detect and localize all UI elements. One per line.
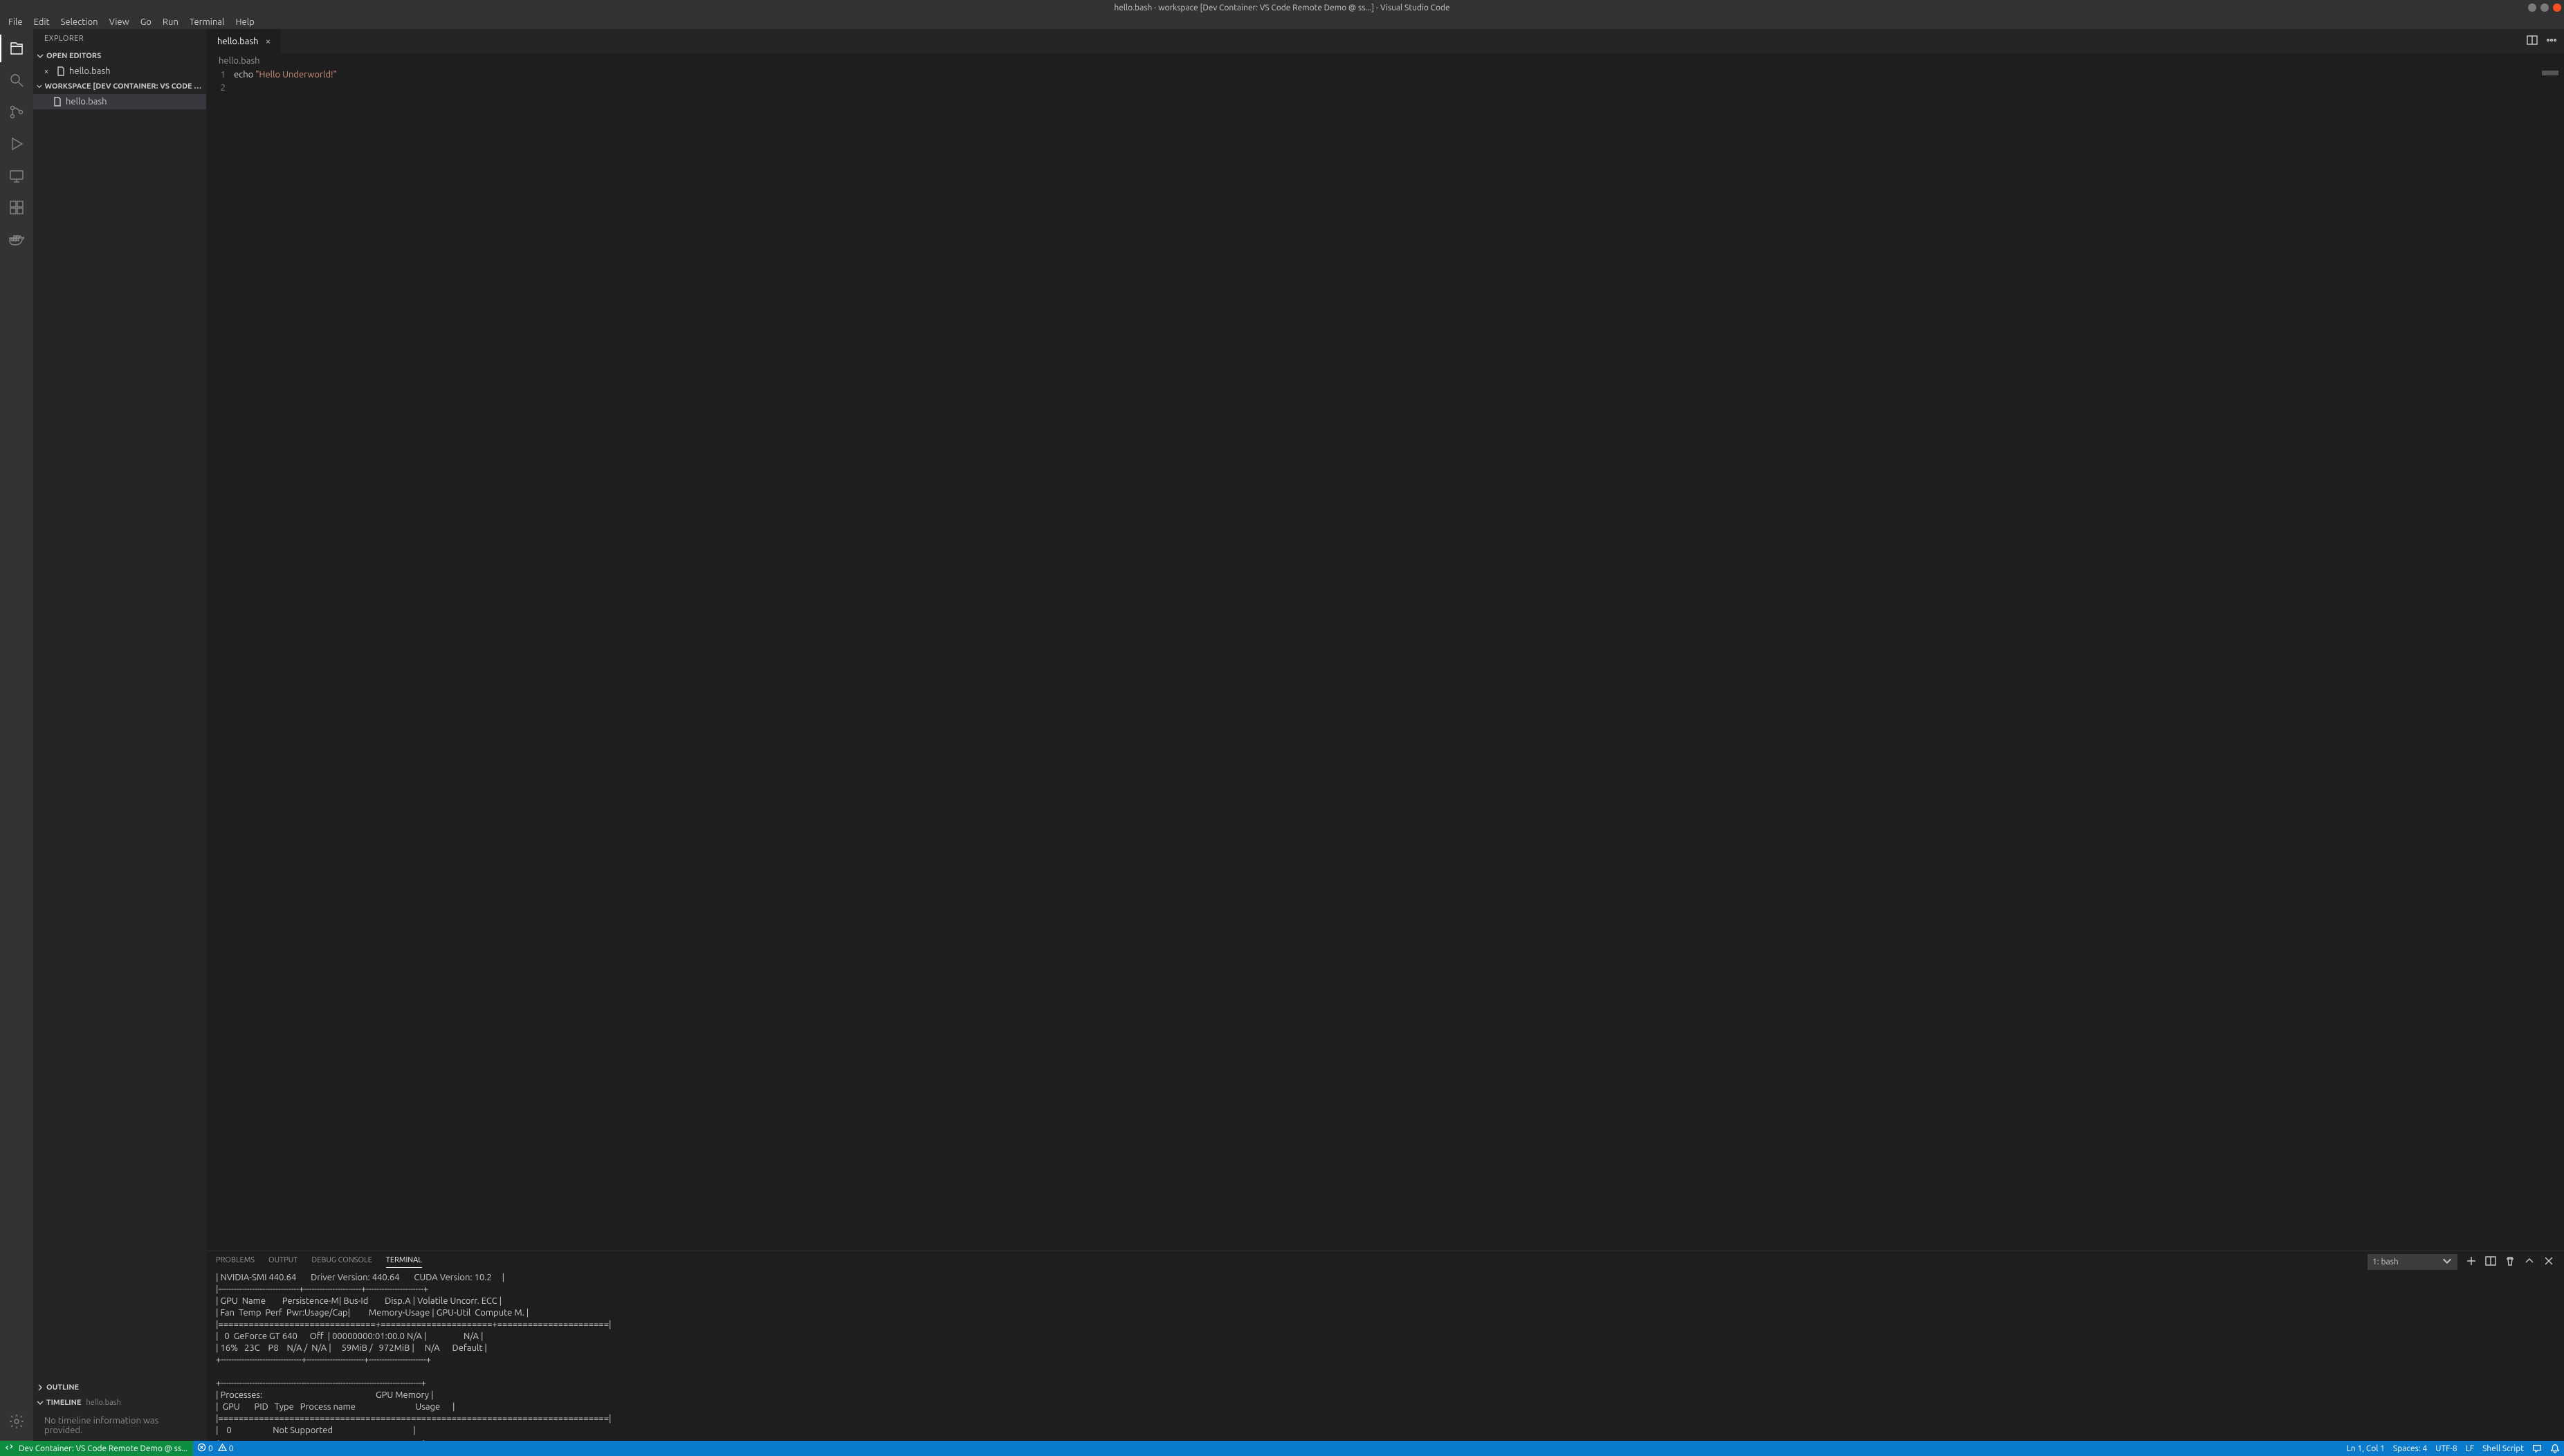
file-icon bbox=[53, 97, 62, 107]
split-editor-icon[interactable] bbox=[2527, 35, 2538, 48]
docker-activity[interactable] bbox=[0, 225, 33, 253]
terminal-selector[interactable]: 1: bash bbox=[2368, 1254, 2457, 1270]
split-terminal-icon[interactable] bbox=[2485, 1255, 2496, 1269]
code-token-command: echo bbox=[234, 70, 255, 80]
language-status[interactable]: Shell Script bbox=[2478, 1441, 2528, 1456]
outline-section[interactable]: OUTLINE bbox=[33, 1380, 206, 1395]
menu-item-terminal[interactable]: Terminal bbox=[184, 16, 230, 28]
terminal-tab[interactable]: TERMINAL bbox=[386, 1256, 422, 1268]
error-count: 0 bbox=[208, 1444, 213, 1453]
terminal-text: | NVIDIA-SMI 440.64 Driver Version: 440.… bbox=[216, 1273, 612, 1441]
window-title: hello.bash - workspace [Dev Container: V… bbox=[1114, 3, 1449, 12]
problems-tab[interactable]: PROBLEMS bbox=[216, 1256, 255, 1267]
window-close-button[interactable] bbox=[2553, 3, 2561, 12]
workspace-file-row[interactable]: hello.bash bbox=[33, 94, 206, 109]
search-activity[interactable] bbox=[0, 66, 33, 94]
cursor-position[interactable]: Ln 1, Col 1 bbox=[2343, 1441, 2389, 1456]
remote-indicator[interactable]: Dev Container: VS Code Remote Demo @ ss.… bbox=[0, 1441, 193, 1456]
menu-item-file[interactable]: File bbox=[3, 16, 28, 28]
indentation-status[interactable]: Spaces: 4 bbox=[2389, 1441, 2431, 1456]
error-icon bbox=[197, 1443, 206, 1454]
explorer-activity[interactable] bbox=[0, 35, 33, 62]
line-number: 1 bbox=[206, 68, 226, 82]
tab-label: hello.bash bbox=[217, 37, 259, 46]
timeline-label: TIMELINE bbox=[46, 1399, 81, 1407]
close-panel-icon[interactable] bbox=[2543, 1255, 2554, 1269]
open-editor-filename: hello.bash bbox=[69, 66, 111, 76]
explorer-sidebar: EXPLORER OPEN EDITORS × hello.bash WORKS… bbox=[33, 29, 206, 1441]
panel-tools: 1: bash bbox=[2368, 1254, 2554, 1270]
menu-item-selection[interactable]: Selection bbox=[55, 16, 104, 28]
menu-item-view[interactable]: View bbox=[104, 16, 135, 28]
workspace-label: WORKSPACE [DEV CONTAINER: VS CODE REMOTE… bbox=[45, 82, 203, 91]
timeline-file: hello.bash bbox=[86, 1399, 120, 1407]
settings-gear[interactable] bbox=[0, 1408, 33, 1435]
editor-toolbar bbox=[2520, 29, 2564, 53]
title-bar: hello.bash - workspace [Dev Container: V… bbox=[0, 0, 2564, 15]
status-bar: Dev Container: VS Code Remote Demo @ ss.… bbox=[0, 1441, 2564, 1456]
close-editor-icon[interactable]: × bbox=[42, 67, 51, 76]
debug-console-tab[interactable]: DEBUG CONSOLE bbox=[311, 1256, 372, 1267]
breadcrumb-file: hello.bash bbox=[219, 56, 260, 66]
editor-tab[interactable]: hello.bash × bbox=[206, 29, 282, 53]
menu-item-go[interactable]: Go bbox=[135, 16, 157, 28]
chevron-right-icon bbox=[36, 1383, 44, 1392]
panel: PROBLEMS OUTPUT DEBUG CONSOLE TERMINAL 1… bbox=[206, 1251, 2564, 1441]
line-number: 2 bbox=[206, 82, 226, 95]
chevron-down-icon bbox=[2442, 1255, 2453, 1269]
open-editor-row[interactable]: × hello.bash bbox=[33, 64, 206, 79]
remote-label: Dev Container: VS Code Remote Demo @ ss.… bbox=[19, 1444, 187, 1453]
window-maximize-button[interactable] bbox=[2540, 3, 2549, 12]
warning-icon bbox=[218, 1443, 227, 1454]
new-terminal-icon[interactable] bbox=[2466, 1255, 2477, 1269]
output-tab[interactable]: OUTPUT bbox=[268, 1256, 297, 1267]
warning-count: 0 bbox=[229, 1444, 234, 1453]
outline-label: OUTLINE bbox=[46, 1383, 79, 1392]
workspace-section[interactable]: WORKSPACE [DEV CONTAINER: VS CODE REMOTE… bbox=[33, 79, 206, 94]
window-minimize-button[interactable] bbox=[2528, 3, 2536, 12]
code-token-string: "Hello Underworld!" bbox=[255, 70, 337, 80]
timeline-section[interactable]: TIMELINE hello.bash bbox=[33, 1395, 206, 1410]
maximize-panel-icon[interactable] bbox=[2524, 1255, 2535, 1269]
run-debug-activity[interactable] bbox=[0, 130, 33, 158]
editor-area[interactable]: 1 2 echo "Hello Underworld!" bbox=[206, 68, 2564, 1251]
kill-terminal-icon[interactable] bbox=[2505, 1255, 2516, 1269]
sidebar-title: EXPLORER bbox=[33, 29, 206, 48]
open-editors-label: OPEN EDITORS bbox=[46, 52, 101, 60]
problems-status[interactable]: 0 0 bbox=[193, 1441, 238, 1456]
chevron-down-icon bbox=[36, 1399, 44, 1407]
editor-tabs: hello.bash × bbox=[206, 29, 2564, 53]
workspace-filename: hello.bash bbox=[66, 97, 107, 107]
breadcrumb[interactable]: hello.bash bbox=[206, 53, 2564, 68]
close-tab-icon[interactable]: × bbox=[263, 37, 274, 46]
open-editors-section[interactable]: OPEN EDITORS bbox=[33, 48, 206, 64]
minimap[interactable] bbox=[2542, 71, 2558, 75]
chevron-down-icon bbox=[36, 52, 44, 60]
terminal-content[interactable]: | NVIDIA-SMI 440.64 Driver Version: 440.… bbox=[206, 1272, 2564, 1441]
activity-bar bbox=[0, 29, 33, 1441]
eol-status[interactable]: LF bbox=[2462, 1441, 2478, 1456]
feedback-icon[interactable] bbox=[2528, 1441, 2546, 1456]
editor-group: hello.bash × hello.bash 1 2 echo "Hello … bbox=[206, 29, 2564, 1441]
remote-explorer-activity[interactable] bbox=[0, 162, 33, 190]
source-control-activity[interactable] bbox=[0, 98, 33, 126]
window-controls bbox=[2528, 3, 2561, 12]
encoding-status[interactable]: UTF-8 bbox=[2431, 1441, 2461, 1456]
chevron-down-icon bbox=[36, 82, 43, 91]
notifications-icon[interactable] bbox=[2546, 1441, 2564, 1456]
menu-item-run[interactable]: Run bbox=[157, 16, 184, 28]
timeline-empty-text: No timeline information was provided. bbox=[33, 1410, 206, 1441]
menu-bar: FileEditSelectionViewGoRunTerminalHelp bbox=[0, 15, 2564, 29]
file-icon bbox=[56, 66, 66, 76]
terminal-selector-label: 1: bash bbox=[2372, 1257, 2399, 1266]
remote-icon bbox=[6, 1443, 15, 1455]
more-actions-icon[interactable] bbox=[2546, 35, 2557, 48]
extensions-activity[interactable] bbox=[0, 194, 33, 221]
menu-item-help[interactable]: Help bbox=[230, 16, 259, 28]
menu-item-edit[interactable]: Edit bbox=[28, 16, 55, 28]
line-gutter: 1 2 bbox=[206, 68, 234, 1251]
code-content[interactable]: echo "Hello Underworld!" bbox=[234, 68, 2564, 1251]
panel-tabs: PROBLEMS OUTPUT DEBUG CONSOLE TERMINAL 1… bbox=[206, 1251, 2564, 1272]
